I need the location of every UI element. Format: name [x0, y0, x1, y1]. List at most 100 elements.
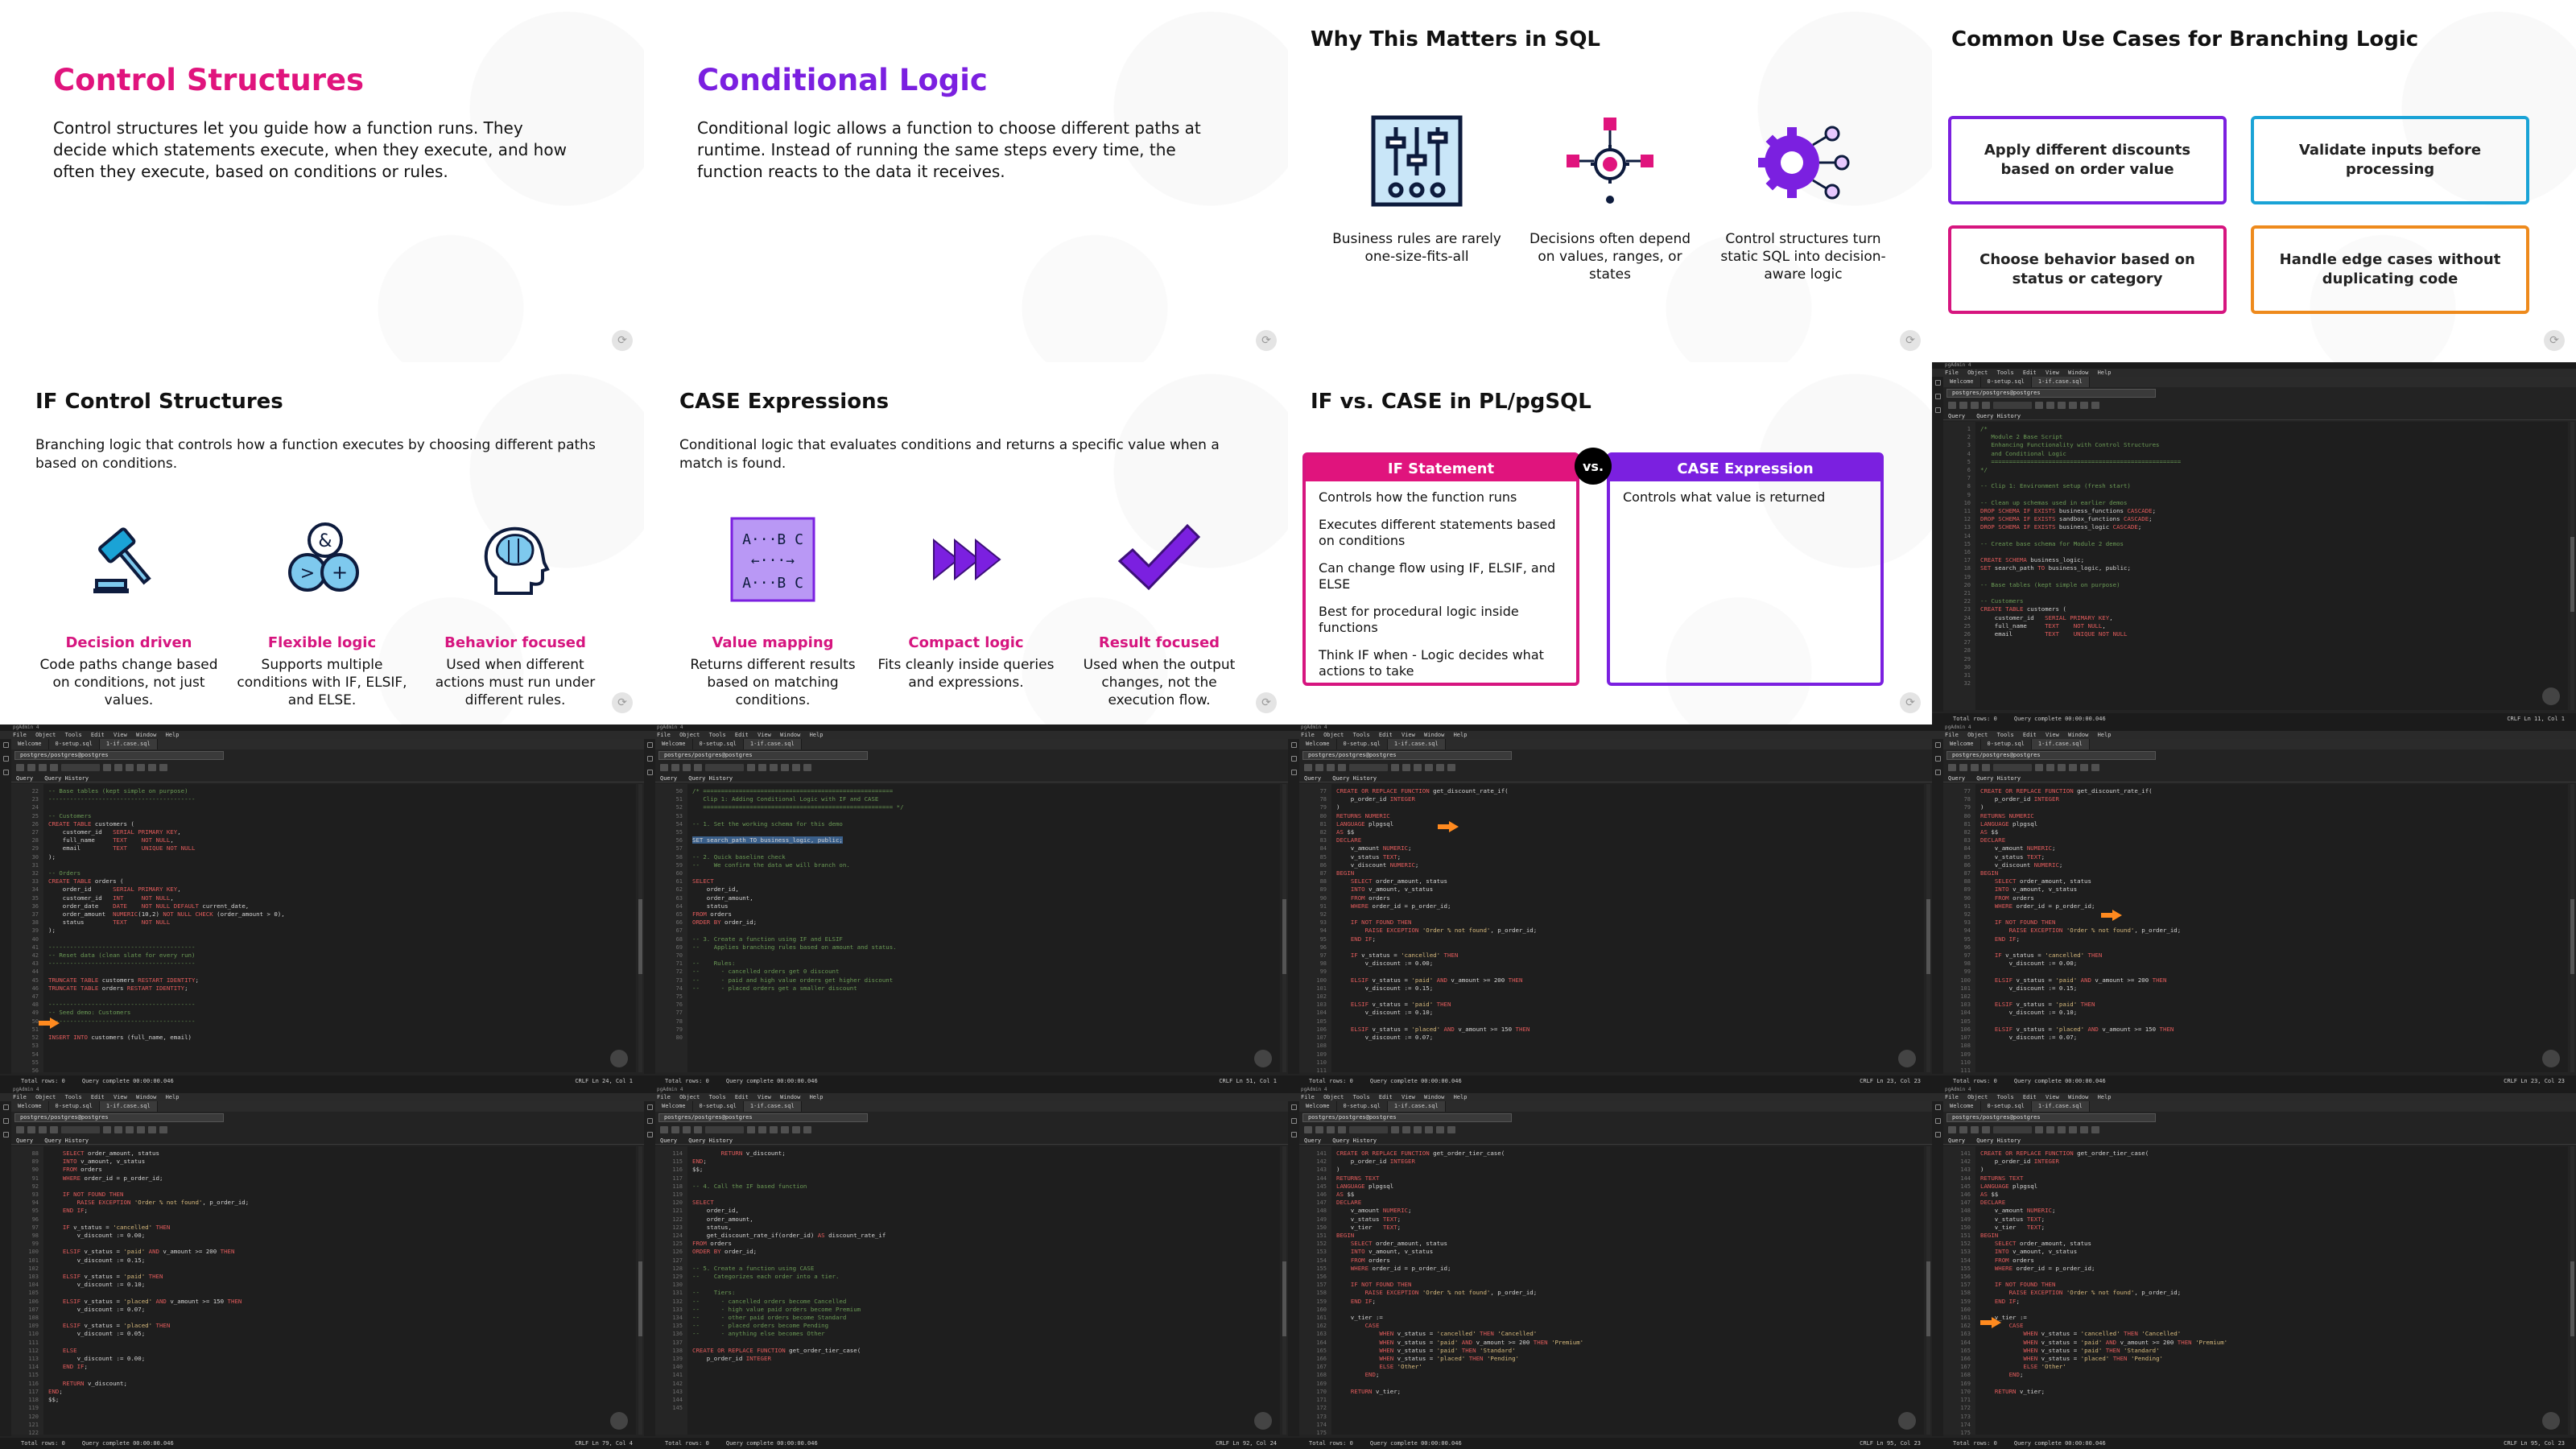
menu-tools[interactable]: Tools [1997, 1094, 2014, 1100]
edit-icon[interactable] [1327, 1125, 1335, 1133]
connection-selector[interactable]: postgres/postgres@postgres [1302, 751, 1512, 760]
macros-icon[interactable] [2091, 1125, 2099, 1133]
commit-icon[interactable] [2069, 1125, 2077, 1133]
menu-view[interactable]: View [2046, 1094, 2059, 1100]
explain-icon[interactable] [2046, 1125, 2054, 1133]
stop-icon[interactable] [2058, 763, 2066, 771]
edit-icon[interactable] [683, 763, 691, 771]
menu-tools[interactable]: Tools [1353, 732, 1370, 738]
commit-icon[interactable] [781, 763, 789, 771]
search-icon[interactable] [2, 1132, 9, 1137]
search-icon[interactable] [1290, 770, 1297, 775]
connection-selector[interactable]: postgres/postgres@postgres [658, 751, 868, 760]
search-icon[interactable] [1934, 407, 1941, 413]
menu-window[interactable]: Window [2068, 732, 2088, 738]
connection-selector[interactable]: postgres/postgres@postgres [1946, 751, 2156, 760]
filter-icon[interactable] [1982, 763, 1990, 771]
limit-dropdown[interactable] [1993, 763, 2032, 771]
tab-if-case-sql[interactable]: 1-if.case.sql [99, 1101, 158, 1112]
code-editor[interactable]: 50 51 52 53 54 55 56 57 58 59 60 61 62 6… [655, 784, 1280, 1072]
subtab-query[interactable]: Query [660, 1137, 677, 1144]
stop-icon[interactable] [126, 1125, 134, 1133]
execute-icon[interactable] [2035, 763, 2043, 771]
menu-edit[interactable]: Edit [2023, 1094, 2037, 1100]
rollback-icon[interactable] [2080, 763, 2088, 771]
menu-object[interactable]: Object [1967, 369, 1988, 376]
execute-icon[interactable] [747, 763, 755, 771]
object-explorer-icon[interactable] [646, 742, 653, 748]
database-icon[interactable] [1290, 756, 1297, 762]
menu-tools[interactable]: Tools [65, 732, 82, 738]
connection-selector[interactable]: postgres/postgres@postgres [14, 751, 224, 760]
save-icon[interactable] [671, 763, 679, 771]
menu-edit[interactable]: Edit [1379, 1094, 1393, 1100]
vertical-scrollbar[interactable] [2570, 784, 2574, 1072]
stop-icon[interactable] [770, 1125, 778, 1133]
menu-help[interactable]: Help [2098, 369, 2112, 376]
tab-if-case-sql[interactable]: 1-if.case.sql [99, 739, 158, 749]
vertical-scrollbar[interactable] [1282, 1146, 1286, 1435]
stop-icon[interactable] [2058, 401, 2066, 409]
database-icon[interactable] [646, 756, 653, 762]
execute-icon[interactable] [103, 1125, 111, 1133]
edit-icon[interactable] [39, 763, 47, 771]
rollback-icon[interactable] [148, 1125, 156, 1133]
menu-file[interactable]: File [1945, 369, 1959, 376]
assistant-button[interactable] [1254, 1412, 1272, 1430]
limit-dropdown[interactable] [61, 763, 100, 771]
tab-welcome[interactable]: Welcome [655, 739, 693, 749]
menu-file[interactable]: File [13, 732, 27, 738]
subtab-query[interactable]: Query [1948, 775, 1965, 782]
rollback-icon[interactable] [2080, 1125, 2088, 1133]
explain-icon[interactable] [2046, 763, 2054, 771]
commit-icon[interactable] [1425, 1125, 1433, 1133]
subtab-query[interactable]: Query [1304, 775, 1321, 782]
edit-icon[interactable] [683, 1125, 691, 1133]
menu-view[interactable]: View [2046, 732, 2059, 738]
code-editor[interactable]: 22 23 24 25 26 27 28 29 30 31 32 33 34 3… [11, 784, 636, 1072]
object-explorer-icon[interactable] [2, 1104, 9, 1110]
menu-window[interactable]: Window [780, 1094, 800, 1100]
save-icon[interactable] [1959, 763, 1967, 771]
database-icon[interactable] [1290, 1118, 1297, 1124]
menu-tools[interactable]: Tools [1997, 732, 2014, 738]
save-icon[interactable] [671, 1125, 679, 1133]
code-editor[interactable]: 88 89 90 91 92 93 94 95 96 97 98 99 100 … [11, 1146, 636, 1435]
code-editor[interactable]: 77 78 79 80 81 82 83 84 85 86 87 88 89 9… [1943, 784, 2568, 1072]
tab-setup-sql[interactable]: 0-setup.sql [693, 1101, 744, 1112]
vertical-scrollbar[interactable] [1926, 784, 1930, 1072]
explain-icon[interactable] [2046, 401, 2054, 409]
subtab-query[interactable]: Query [1304, 1137, 1321, 1144]
commit-icon[interactable] [137, 1125, 145, 1133]
commit-icon[interactable] [1425, 763, 1433, 771]
connection-selector[interactable]: postgres/postgres@postgres [14, 1113, 224, 1122]
execute-icon[interactable] [747, 1125, 755, 1133]
menu-object[interactable]: Object [1323, 1094, 1344, 1100]
menu-view[interactable]: View [2046, 369, 2059, 376]
assistant-button[interactable] [1898, 1412, 1916, 1430]
commit-icon[interactable] [2069, 401, 2077, 409]
stop-icon[interactable] [1414, 763, 1422, 771]
assistant-button[interactable] [2542, 1412, 2560, 1430]
menu-help[interactable]: Help [1454, 1094, 1468, 1100]
limit-dropdown[interactable] [705, 763, 744, 771]
subtab-query-history[interactable]: Query History [44, 1137, 89, 1144]
filter-icon[interactable] [1338, 1125, 1346, 1133]
menu-file[interactable]: File [13, 1094, 27, 1100]
code-editor[interactable]: 114 115 116 117 118 119 120 121 122 123 … [655, 1146, 1280, 1435]
database-icon[interactable] [2, 1118, 9, 1124]
menu-window[interactable]: Window [2068, 369, 2088, 376]
menu-tools[interactable]: Tools [1997, 369, 2014, 376]
menu-tools[interactable]: Tools [1353, 1094, 1370, 1100]
subtab-query[interactable]: Query [16, 775, 33, 782]
execute-icon[interactable] [2035, 401, 2043, 409]
filter-icon[interactable] [694, 1125, 702, 1133]
open-file-icon[interactable] [660, 763, 668, 771]
menu-edit[interactable]: Edit [91, 1094, 105, 1100]
menu-file[interactable]: File [1301, 1094, 1315, 1100]
edit-icon[interactable] [1971, 763, 1979, 771]
explain-icon[interactable] [758, 763, 766, 771]
object-explorer-icon[interactable] [646, 1104, 653, 1110]
menu-tools[interactable]: Tools [709, 732, 726, 738]
tab-if-case-sql[interactable]: 1-if.case.sql [743, 739, 802, 749]
